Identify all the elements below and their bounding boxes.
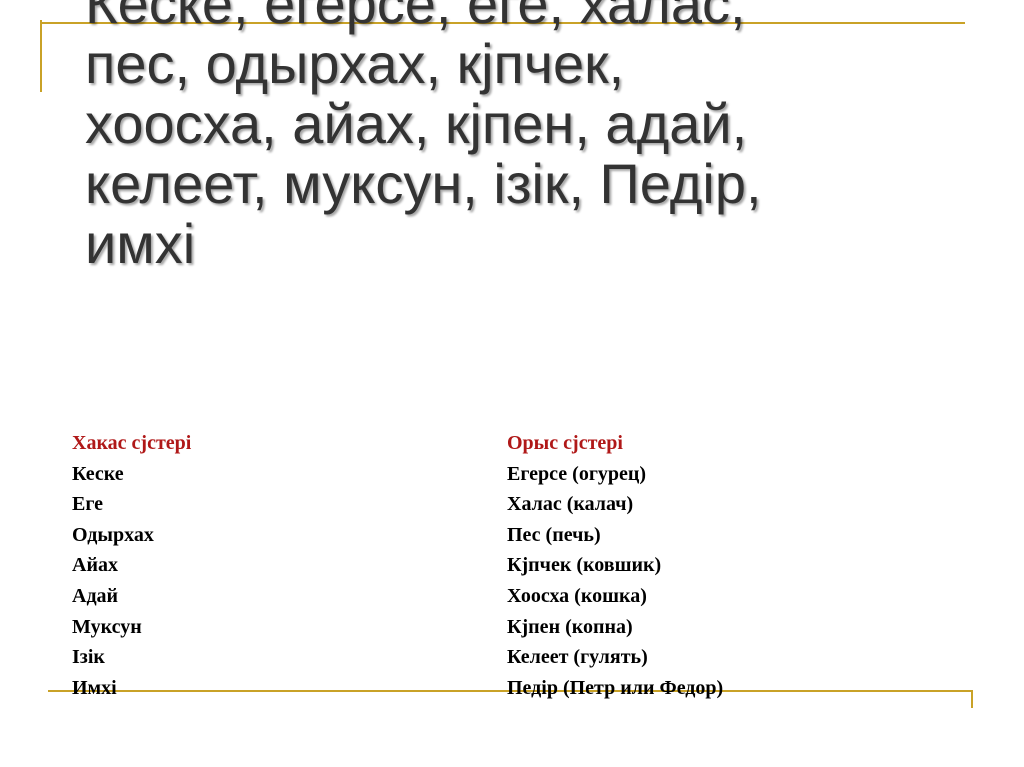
list-item: Пес (печь) xyxy=(507,523,601,546)
heading-line: пес, одырхах, кјпчек, xyxy=(85,32,625,95)
list-item: Одырхах xyxy=(72,523,154,546)
list-item: Кјпчек (ковшик) xyxy=(507,554,662,577)
khakas-words-column: Хакас сјстері Кеске Еге Одырхах Айах Ада… xyxy=(72,428,191,703)
heading-line: имхі xyxy=(85,212,196,275)
slide: Кеске, егерсе, еге, халас, пес, одырхах,… xyxy=(0,0,1024,767)
slide-heading: Кеске, егерсе, еге, халас, пес, одырхах,… xyxy=(85,0,985,274)
russian-column-header: Орыс сјстері xyxy=(507,432,623,454)
left-decorative-line xyxy=(40,20,42,92)
list-item: Ізік xyxy=(72,646,105,669)
list-item: Келеет (гулять) xyxy=(507,646,648,669)
heading-line: Кеске, егерсе, еге, халас, xyxy=(85,0,746,35)
right-decorative-line xyxy=(971,690,973,708)
list-item: Хоосха (кошка) xyxy=(507,584,647,607)
list-item: Халас (калач) xyxy=(507,493,634,516)
list-item: Кеске xyxy=(72,462,124,485)
khakas-column-header: Хакас сјстері xyxy=(72,432,192,454)
list-item: Айах xyxy=(72,554,118,577)
list-item: Муксун xyxy=(72,615,142,638)
russian-words-column: Орыс сјстері Егерсе (огурец) Халас (кала… xyxy=(507,428,723,703)
list-item: Егерсе (огурец) xyxy=(507,462,647,485)
list-item: Еге xyxy=(72,493,104,516)
list-item: Адай xyxy=(72,584,119,607)
list-item: Имхі xyxy=(72,676,117,699)
list-item: Кјпен (копна) xyxy=(507,615,633,638)
heading-line: келеет, муксун, ізік, Педір, xyxy=(85,152,762,215)
list-item: Педір (Петр или Федор) xyxy=(507,676,724,699)
heading-line: хоосха, айах, кјпен, адай, xyxy=(85,92,748,155)
